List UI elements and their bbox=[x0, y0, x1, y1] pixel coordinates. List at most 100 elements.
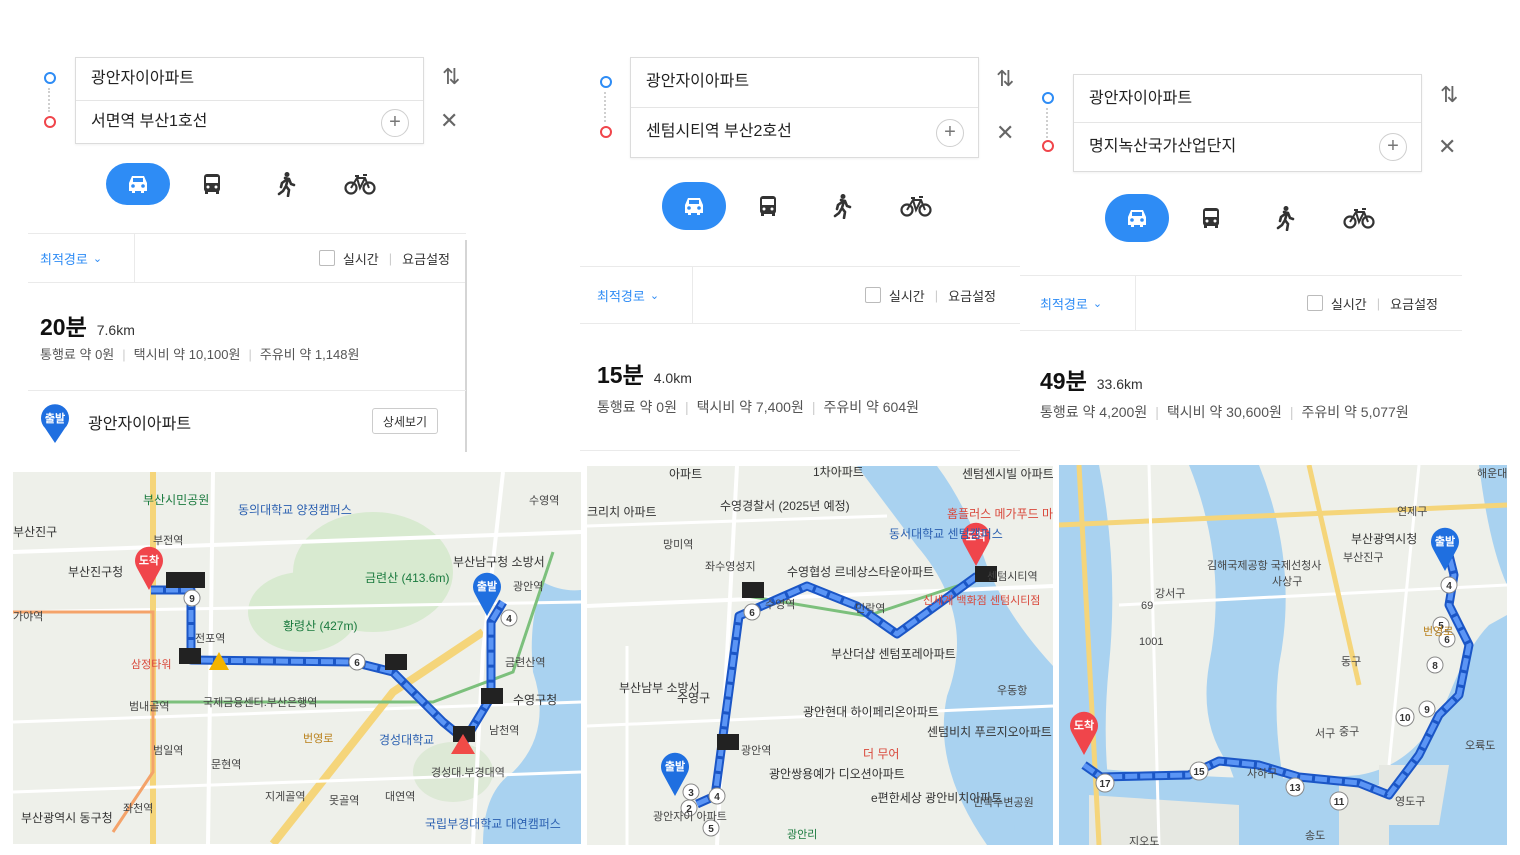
svg-text:광안역: 광안역 bbox=[513, 580, 543, 593]
realtime-checkbox[interactable] bbox=[864, 287, 881, 303]
bike-mode-button[interactable] bbox=[328, 163, 392, 205]
destination-input[interactable]: 센텀시티역 부산2호선 + bbox=[631, 108, 978, 158]
taxi-cost: 택시비 약 10,100원 bbox=[133, 347, 241, 362]
svg-text:도착: 도착 bbox=[139, 553, 159, 567]
walk-mode-button[interactable] bbox=[1253, 197, 1317, 239]
walk-mode-button[interactable] bbox=[254, 163, 318, 205]
bus-mode-button[interactable] bbox=[736, 185, 800, 227]
toll-cost: 통행료 약 4,200원 bbox=[1040, 404, 1148, 420]
realtime-label: 실시간 bbox=[1330, 296, 1367, 312]
car-icon bbox=[685, 198, 703, 215]
route-connector bbox=[1046, 108, 1048, 138]
car-mode-button[interactable] bbox=[1105, 194, 1169, 242]
bike-mode-button[interactable] bbox=[1327, 197, 1391, 239]
svg-text:강서구: 강서구 bbox=[1155, 587, 1185, 600]
svg-text:15: 15 bbox=[1193, 767, 1205, 778]
realtime-label: 실시간 bbox=[888, 288, 925, 304]
route-option-label: 최적경로 bbox=[597, 288, 645, 304]
detail-button[interactable]: 상세보기 bbox=[372, 408, 438, 434]
swap-icon[interactable]: ⇅ bbox=[996, 68, 1014, 90]
svg-text:수영구: 수영구 bbox=[677, 691, 710, 705]
route-option-label: 최적경로 bbox=[40, 251, 88, 267]
svg-text:4: 4 bbox=[714, 792, 720, 803]
origin-input[interactable]: 광안자이아파트 bbox=[76, 58, 423, 101]
origin-input[interactable]: 광안자이아파트 bbox=[1074, 75, 1421, 123]
option-controls: 실시간 | 요금설정 bbox=[318, 234, 450, 282]
svg-text:부산광역시 동구청: 부산광역시 동구청 bbox=[21, 811, 113, 825]
divider: | bbox=[1289, 404, 1294, 420]
route-map-2[interactable]: 6 3 2 4 5 도착 출발 아파트 1차아파트 센텀센시빌 아파트 크리치 … bbox=[587, 466, 1053, 845]
svg-text:지게골역: 지게골역 bbox=[265, 790, 305, 803]
start-name: 광안자이아파트 bbox=[88, 416, 192, 433]
svg-text:13: 13 bbox=[1289, 783, 1301, 794]
close-icon[interactable]: ✕ bbox=[996, 122, 1014, 144]
svg-text:삼정타워: 삼정타워 bbox=[131, 658, 171, 671]
bus-icon bbox=[760, 196, 776, 216]
svg-text:동구: 동구 bbox=[1341, 656, 1361, 668]
realtime-checkbox[interactable] bbox=[318, 250, 335, 266]
close-icon[interactable]: ✕ bbox=[440, 110, 458, 132]
fare-setting-link[interactable]: 요금설정 bbox=[948, 286, 996, 305]
svg-text:연제구: 연제구 bbox=[1397, 505, 1427, 518]
route-panel-3: 광안자이아파트 명지녹산국가산업단지 + ⇅ ✕ 최적경로 ⌄ 실시간 | 요금설… bbox=[1020, 0, 1520, 460]
fare-setting-link[interactable]: 요금설정 bbox=[402, 249, 450, 268]
route-input-box: 광안자이아파트 센텀시티역 부산2호선 + bbox=[630, 57, 979, 158]
svg-text:4: 4 bbox=[506, 614, 512, 625]
svg-text:전포역: 전포역 bbox=[195, 632, 225, 645]
plus-icon[interactable]: + bbox=[1379, 133, 1407, 161]
svg-text:황령산 (427m): 황령산 (427m) bbox=[283, 619, 357, 633]
bus-mode-button[interactable] bbox=[180, 163, 244, 205]
svg-text:문현역: 문현역 bbox=[211, 758, 241, 771]
route-option-select[interactable]: 최적경로 ⌄ bbox=[40, 234, 102, 282]
route-option-select[interactable]: 최적경로 ⌄ bbox=[597, 267, 659, 323]
destination-input[interactable]: 서면역 부산1호선 + bbox=[76, 101, 423, 144]
start-pin-icon: 출발 bbox=[41, 404, 69, 443]
route-costs: 통행료 약 0원 | 택시비 약 10,100원 | 주유비 약 1,148원 bbox=[40, 344, 359, 363]
fare-setting-link[interactable]: 요금설정 bbox=[1390, 294, 1438, 313]
option-divider bbox=[692, 267, 693, 323]
svg-text:더 무어: 더 무어 bbox=[863, 747, 899, 761]
svg-text:남천역: 남천역 bbox=[489, 723, 519, 737]
svg-text:광안자이 아파트: 광안자이 아파트 bbox=[653, 810, 727, 823]
walk-icon bbox=[833, 194, 852, 219]
bike-mode-button[interactable] bbox=[884, 185, 948, 227]
travel-distance: 33.6km bbox=[1096, 376, 1143, 392]
divider: | bbox=[811, 399, 816, 415]
plus-icon[interactable]: + bbox=[936, 118, 964, 147]
chevron-down-icon: ⌄ bbox=[649, 289, 660, 302]
divider: | bbox=[122, 347, 126, 362]
svg-text:수영구청: 수영구청 bbox=[513, 693, 557, 707]
walk-mode-button[interactable] bbox=[810, 185, 874, 227]
svg-text:센텀시티역: 센텀시티역 bbox=[987, 570, 1038, 583]
chevron-down-icon: ⌄ bbox=[1092, 297, 1103, 310]
transport-modes bbox=[1105, 194, 1401, 242]
svg-text:부산더샵 센텀포레아파트: 부산더샵 센텀포레아파트 bbox=[831, 647, 956, 661]
route-option-select[interactable]: 최적경로 ⌄ bbox=[1040, 276, 1102, 330]
start-badge: 출발 bbox=[45, 411, 65, 425]
svg-text:수영역: 수영역 bbox=[529, 494, 559, 507]
route-map-3[interactable]: 4 5 6 8 9 10 11 13 15 17 도착 출발 해운대 연제구 부… bbox=[1059, 465, 1507, 845]
bus-mode-button[interactable] bbox=[1179, 197, 1243, 239]
svg-text:중구: 중구 bbox=[1339, 726, 1359, 738]
realtime-checkbox[interactable] bbox=[1306, 295, 1323, 311]
svg-text:5: 5 bbox=[708, 824, 714, 835]
plus-icon[interactable]: + bbox=[381, 108, 409, 137]
origin-input[interactable]: 광안자이아파트 bbox=[631, 58, 978, 108]
bike-icon bbox=[900, 196, 932, 217]
travel-distance: 4.0km bbox=[653, 370, 692, 386]
swap-icon[interactable]: ⇅ bbox=[442, 66, 460, 88]
svg-text:출발: 출발 bbox=[665, 759, 685, 773]
route-map-1[interactable]: 9 6 4 도착 출발 부산시민공원 동의대학교 양정캠퍼스 부산진구 부전역 … bbox=[13, 472, 581, 844]
svg-text:출발: 출발 bbox=[477, 579, 497, 593]
swap-icon[interactable]: ⇅ bbox=[1440, 84, 1458, 106]
car-mode-button[interactable] bbox=[106, 163, 170, 205]
svg-text:9: 9 bbox=[189, 594, 195, 605]
bike-icon bbox=[344, 174, 376, 195]
svg-text:민락역: 민락역 bbox=[855, 602, 885, 615]
car-mode-button[interactable] bbox=[662, 182, 726, 230]
close-icon[interactable]: ✕ bbox=[1438, 136, 1456, 158]
divider-line bbox=[28, 390, 466, 391]
destination-input[interactable]: 명지녹산국가산업단지 + bbox=[1074, 123, 1421, 171]
divider: | bbox=[248, 347, 252, 362]
destination-dot-icon bbox=[600, 126, 612, 138]
